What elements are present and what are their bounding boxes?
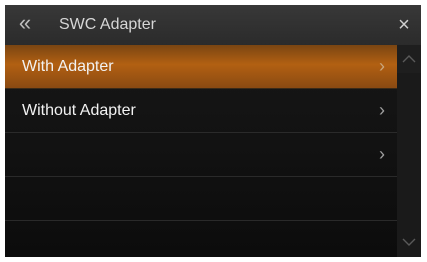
- header-bar: « SWC Adapter ×: [5, 5, 421, 45]
- list-item-empty: [5, 177, 397, 221]
- scroll-up-button[interactable]: [397, 45, 421, 73]
- options-list: With Adapter › Without Adapter › ›: [5, 45, 397, 257]
- chevron-up-icon: [402, 55, 416, 63]
- list-item-without-adapter[interactable]: Without Adapter ›: [5, 89, 397, 133]
- close-icon: ×: [398, 14, 410, 36]
- list-item-label: Without Adapter: [22, 102, 136, 119]
- chevron-right-icon: ›: [379, 144, 385, 164]
- close-button[interactable]: ×: [387, 5, 421, 45]
- scrollbar[interactable]: [397, 45, 421, 257]
- page-title: SWC Adapter: [59, 16, 156, 33]
- list-item-label: With Adapter: [22, 58, 114, 75]
- list-item-with-adapter[interactable]: With Adapter ›: [5, 45, 397, 89]
- list-item-empty: [5, 221, 397, 257]
- settings-screen: « SWC Adapter × With Adapter › Without A…: [5, 5, 421, 257]
- chevron-down-icon: [402, 238, 416, 246]
- back-button[interactable]: «: [5, 5, 45, 45]
- chevron-right-icon: ›: [379, 100, 385, 120]
- chevron-right-icon: ›: [379, 56, 385, 76]
- double-chevron-left-icon: «: [18, 10, 32, 35]
- list-item-empty[interactable]: ›: [5, 133, 397, 177]
- scroll-down-button[interactable]: [397, 229, 421, 257]
